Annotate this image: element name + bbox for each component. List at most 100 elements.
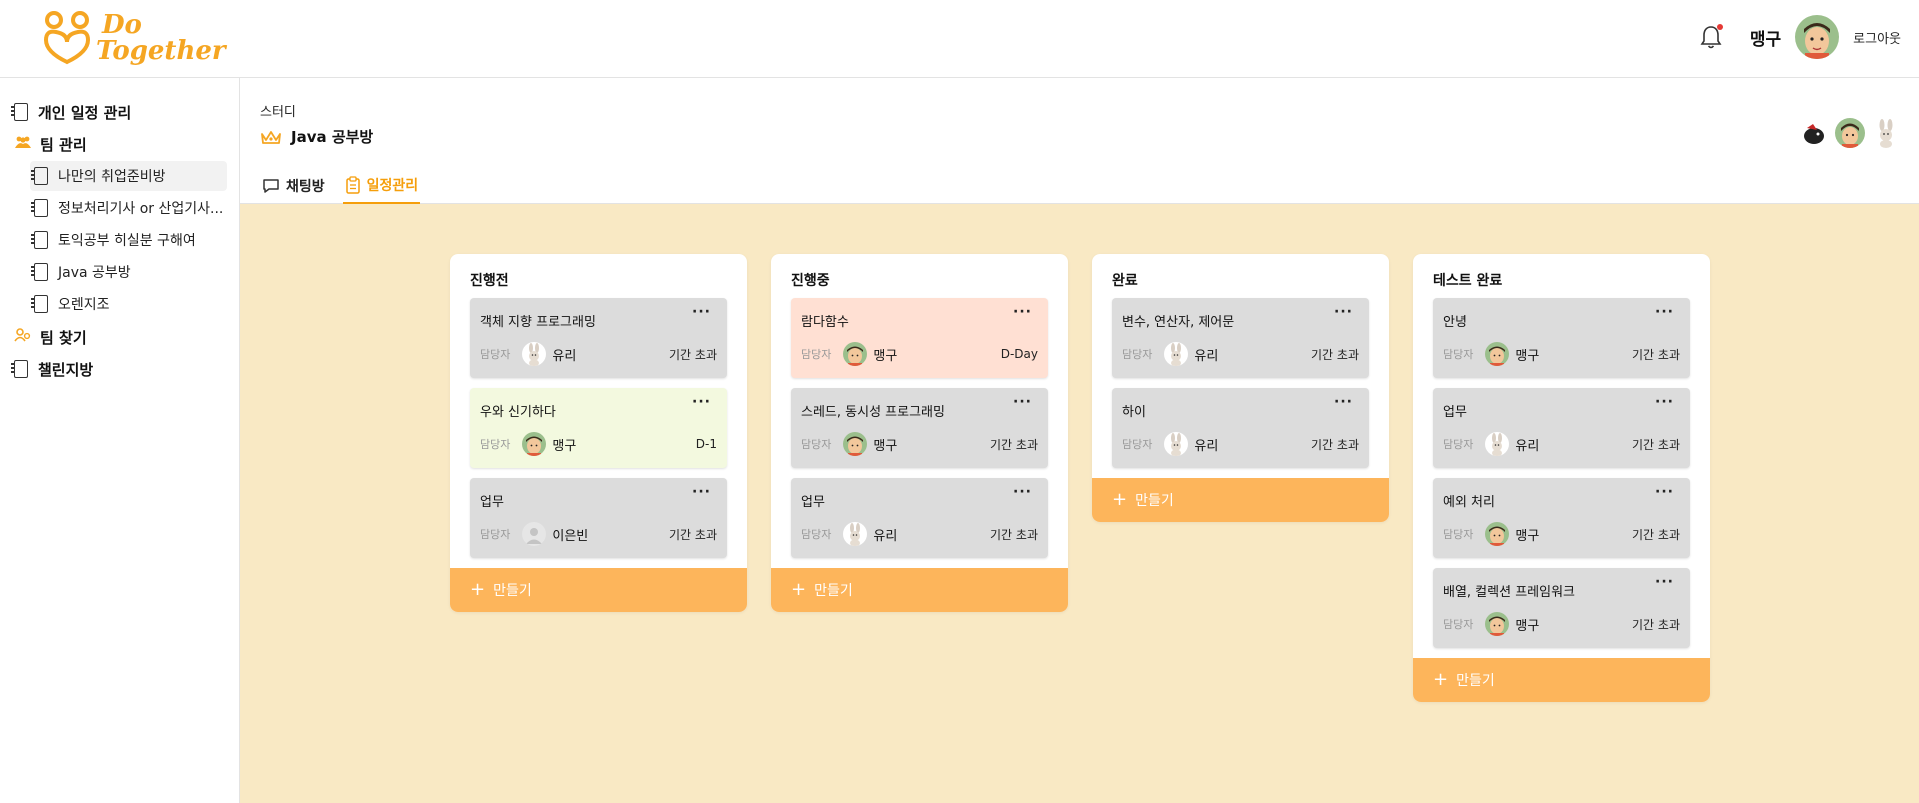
notebook-icon [31, 295, 48, 313]
member-avatars [1799, 118, 1901, 148]
sidebar-team-item[interactable]: 오렌지조 [30, 289, 227, 319]
more-dots-icon[interactable]: ··· [692, 484, 711, 500]
more-dots-icon[interactable]: ··· [1655, 394, 1674, 410]
due-status: 기간 초과 [1632, 527, 1680, 542]
task-meta: 담당자 맹구 기간 초과 [1443, 611, 1680, 637]
task-meta: 담당자 이은빈 기간 초과 [480, 521, 717, 547]
task-card[interactable]: 배열, 컬렉션 프레임워크 ··· 담당자 맹구 기간 초과 [1433, 568, 1690, 648]
sidebar-item-team-management[interactable]: 팀 관리 [0, 128, 239, 160]
add-task-button[interactable]: + 만들기 [1413, 658, 1710, 702]
task-title: 람다함수 [801, 315, 849, 330]
sidebar-team-item[interactable]: 정보처리기사 or 산업기사... [30, 193, 227, 223]
assignee-label: 담당자 [1443, 618, 1474, 631]
more-dots-icon[interactable]: ··· [692, 394, 711, 410]
task-meta: 담당자 맹구 기간 초과 [801, 431, 1038, 457]
task-card[interactable]: 업무 ··· 담당자 유리 기간 초과 [1433, 388, 1690, 468]
task-card[interactable]: 하이 ··· 담당자 유리 기간 초과 [1112, 388, 1369, 468]
add-task-button[interactable]: + 만들기 [1092, 478, 1389, 522]
assignee-label: 담당자 [1122, 348, 1153, 361]
due-status: 기간 초과 [1632, 617, 1680, 632]
due-status: 기간 초과 [1311, 347, 1359, 362]
task-card[interactable]: 스레드, 동시성 프로그래밍 ··· 담당자 맹구 기간 초과 [791, 388, 1048, 468]
add-task-button[interactable]: + 만들기 [771, 568, 1068, 612]
assignee-name: 유리 [552, 348, 577, 364]
assignee-name: 이은빈 [552, 528, 589, 544]
find-team-icon [14, 328, 32, 346]
more-dots-icon[interactable]: ··· [1013, 394, 1032, 410]
task-meta: 담당자 유리 기간 초과 [480, 341, 717, 367]
assignee-avatar [1164, 342, 1189, 366]
more-dots-icon[interactable]: ··· [692, 304, 711, 320]
task-title: 객체 지향 프로그래밍 [480, 315, 596, 330]
tab-chat[interactable]: 채팅방 [260, 170, 327, 202]
add-task-label: 만들기 [493, 583, 532, 599]
member-avatar[interactable] [1799, 118, 1829, 148]
assignee-label: 담당자 [801, 438, 832, 451]
assignee-label: 담당자 [1443, 528, 1474, 541]
more-dots-icon[interactable]: ··· [1334, 394, 1353, 410]
assignee-avatar [843, 432, 868, 456]
task-card[interactable]: 객체 지향 프로그래밍 ··· 담당자 유리 기간 초과 [470, 298, 727, 378]
task-title: 안녕 [1443, 315, 1467, 330]
task-meta: 담당자 유리 기간 초과 [801, 521, 1038, 547]
sidebar-item-label: 팀 찾기 [40, 328, 87, 347]
task-meta: 담당자 맹구 기간 초과 [1443, 341, 1680, 367]
task-card[interactable]: 업무 ··· 담당자 이은빈 기간 초과 [470, 478, 727, 558]
task-title: 변수, 연산자, 제어문 [1122, 315, 1235, 330]
do-together-logo[interactable]: Do Together [40, 8, 226, 68]
assignee-label: 담당자 [480, 528, 511, 541]
more-dots-icon[interactable]: ··· [1013, 484, 1032, 500]
more-dots-icon[interactable]: ··· [1655, 304, 1674, 320]
board-column: 진행중람다함수 ··· 담당자 맹구 D-Day 스레드, 동시성 프로그래밍 ··· 담당자… [771, 254, 1068, 612]
more-dots-icon[interactable]: ··· [1655, 484, 1674, 500]
assignee-name: 유리 [873, 528, 898, 544]
assignee-label: 담당자 [1443, 438, 1474, 451]
tab-schedule[interactable]: 일정관리 [342, 170, 421, 204]
notebook-icon [31, 263, 48, 281]
add-task-label: 만들기 [814, 583, 853, 599]
assignee-label: 담당자 [1443, 348, 1474, 361]
task-card[interactable]: 우와 신기하다 ··· 담당자 맹구 D-1 [470, 388, 727, 468]
sidebar-team-item[interactable]: 토익공부 히실분 구해여 [30, 225, 227, 255]
sidebar-item-personal-schedule[interactable]: 개인 일정 관리 [0, 96, 239, 128]
more-dots-icon[interactable]: ··· [1013, 304, 1032, 320]
notebook-icon [11, 360, 28, 378]
task-title: 스레드, 동시성 프로그래밍 [801, 405, 945, 420]
sidebar-team-item[interactable]: 나만의 취업준비방 [30, 161, 227, 191]
logout-link[interactable]: 로그아웃 [1853, 28, 1901, 47]
task-card[interactable]: 변수, 연산자, 제어문 ··· 담당자 유리 기간 초과 [1112, 298, 1369, 378]
notification-bell-icon[interactable] [1698, 24, 1724, 50]
task-card[interactable]: 업무 ··· 담당자 유리 기간 초과 [791, 478, 1048, 558]
plus-icon: + [1112, 489, 1128, 510]
plus-icon: + [470, 579, 486, 600]
task-meta: 담당자 맹구 D-Day [801, 341, 1038, 367]
add-task-button[interactable]: + 만들기 [450, 568, 747, 612]
sidebar-team-item[interactable]: Java 공부방 [30, 257, 227, 287]
task-card[interactable]: 안녕 ··· 담당자 맹구 기간 초과 [1433, 298, 1690, 378]
study-tabs: 채팅방 일정관리 [260, 170, 421, 204]
user-avatar[interactable] [1795, 15, 1840, 59]
sidebar-item-find-team[interactable]: 팀 찾기 [0, 321, 239, 353]
member-avatar[interactable] [1871, 118, 1901, 148]
more-dots-icon[interactable]: ··· [1655, 574, 1674, 590]
more-dots-icon[interactable]: ··· [1334, 304, 1353, 320]
add-task-label: 만들기 [1135, 493, 1174, 509]
assignee-name: 유리 [1194, 348, 1219, 364]
clipboard-icon [345, 176, 360, 194]
board-column: 진행전 객체 지향 프로그래밍 ··· 담당자 유리 기간 초과 우와 신기하다 ··· 담당자… [450, 254, 747, 612]
sidebar: 개인 일정 관리 팀 관리 나만의 취업준비방 정보처리기사 or 산업기사..… [0, 78, 240, 803]
task-card[interactable]: 람다함수 ··· 담당자 맹구 D-Day [791, 298, 1048, 378]
assignee-avatar [1164, 432, 1189, 456]
task-meta: 담당자 유리 기간 초과 [1443, 431, 1680, 457]
task-meta: 담당자 유리 기간 초과 [1122, 431, 1359, 457]
notebook-icon [11, 103, 28, 121]
task-card[interactable]: 예외 처리 ··· 담당자 맹구 기간 초과 [1433, 478, 1690, 558]
due-status: D-Day [1000, 347, 1038, 361]
sidebar-item-challenge[interactable]: 챌린지방 [0, 353, 239, 385]
task-title: 하이 [1122, 405, 1146, 420]
task-title: 우와 신기하다 [480, 405, 556, 420]
notification-dot [1716, 24, 1723, 30]
column-title: 진행중 [791, 273, 830, 289]
assignee-avatar [843, 522, 868, 546]
member-avatar[interactable] [1835, 118, 1865, 148]
